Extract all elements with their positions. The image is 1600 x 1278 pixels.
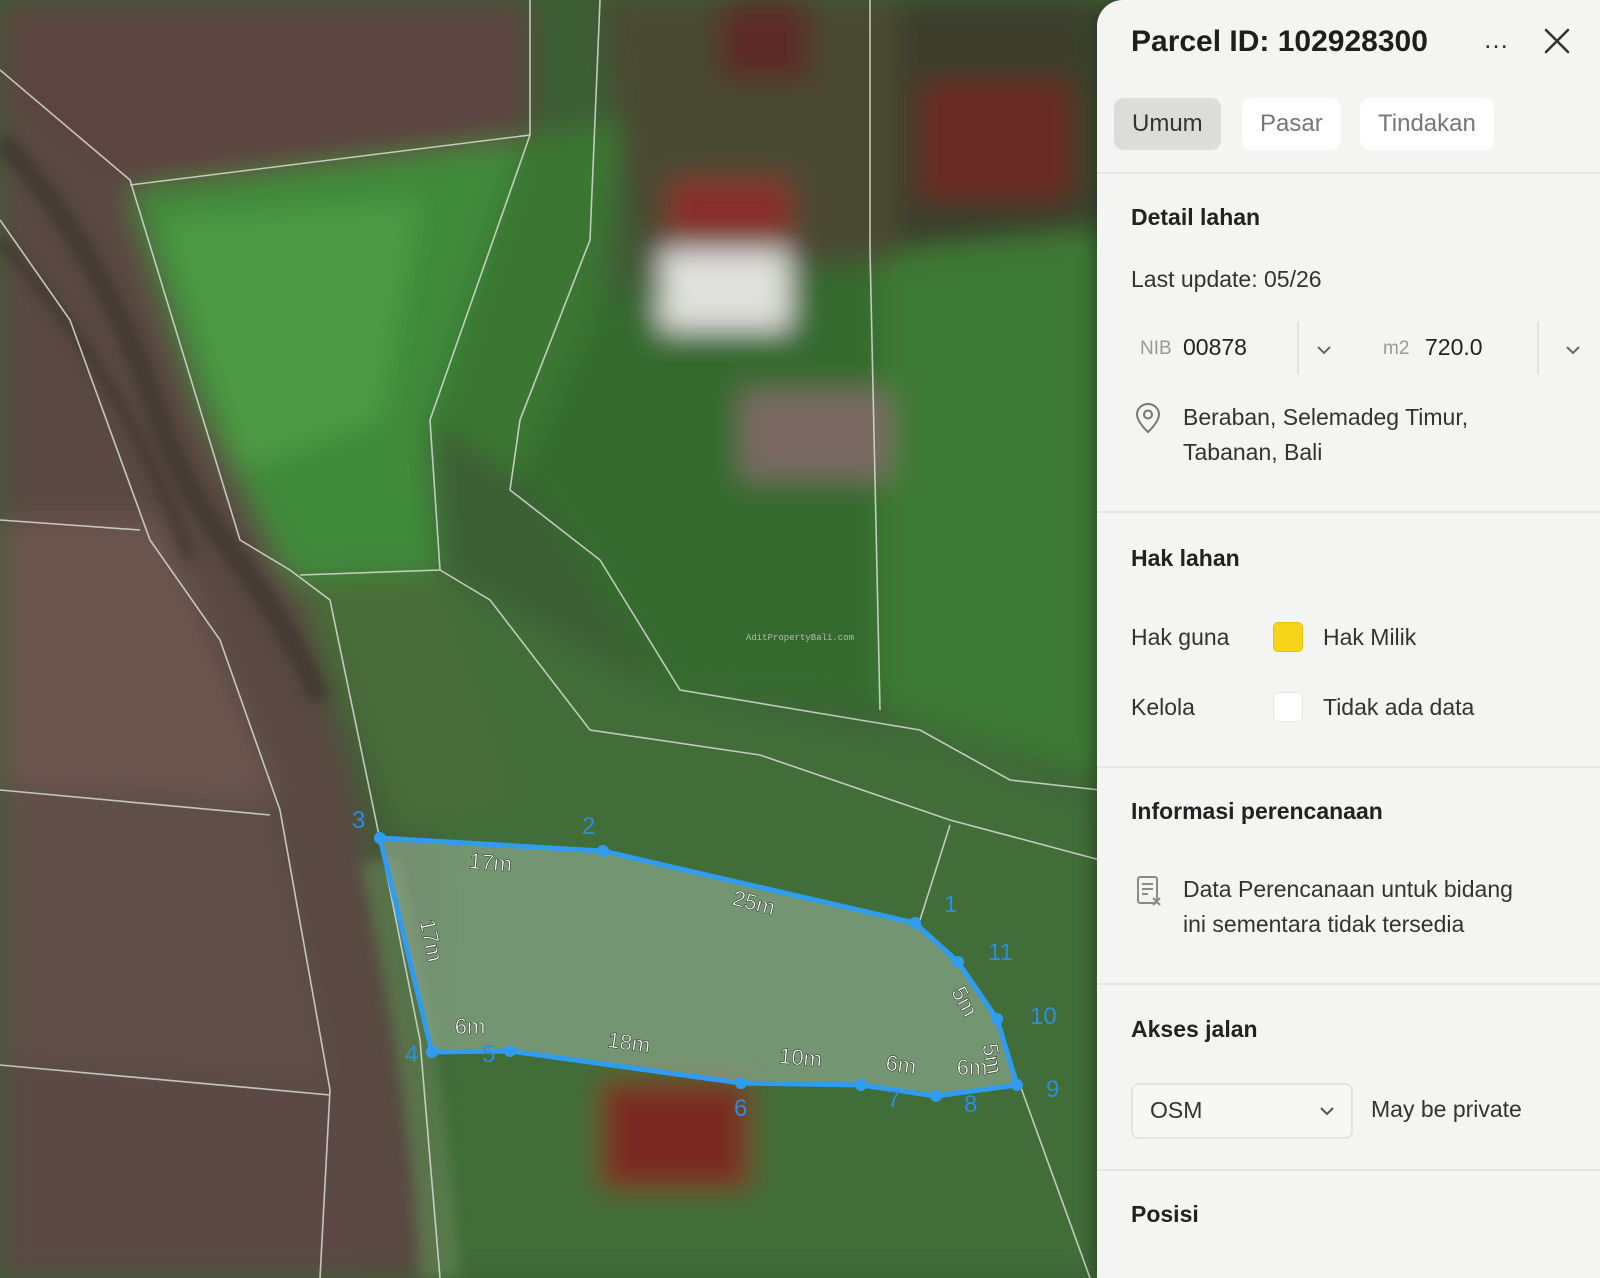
planning-heading: Informasi perencanaan [1131, 798, 1383, 824]
vertex-label-4: 4 [405, 1041, 418, 1068]
nib-value: 00878 [1183, 334, 1247, 360]
road-source-select[interactable]: OSM [1131, 1083, 1353, 1139]
road-source-value: OSM [1150, 1097, 1203, 1123]
management-label: Kelola [1131, 694, 1195, 720]
management-swatch [1273, 692, 1303, 722]
edge-length-label: 6m [455, 1014, 486, 1039]
road-access-note: May be private [1371, 1096, 1522, 1122]
address-line-1: Beraban, Selemadeg Timur, [1183, 404, 1469, 430]
area-value: 720.0 [1425, 334, 1483, 360]
divider [1097, 983, 1600, 985]
chevron-down-icon[interactable] [1316, 342, 1332, 358]
vertex-label-7: 7 [887, 1086, 900, 1113]
road-access-heading: Akses jalan [1131, 1016, 1258, 1042]
position-heading: Posisi [1131, 1201, 1199, 1227]
chevron-down-icon[interactable] [1565, 342, 1581, 358]
divider [1097, 1169, 1600, 1171]
address-line-2: Tabanan, Bali [1183, 439, 1323, 465]
vertex-label-11: 11 [988, 939, 1013, 966]
tab-pasar[interactable]: Pasar [1242, 98, 1341, 150]
right-of-use-value: Hak Milik [1323, 624, 1417, 650]
edge-length-label: 5m [977, 1041, 1007, 1075]
nib-label: NIB [1140, 338, 1172, 359]
separator [1537, 322, 1539, 374]
land-details-heading: Detail lahan [1131, 204, 1261, 230]
more-options-icon[interactable]: … [1483, 24, 1510, 55]
planning-message-line-2: ini sementara tidak tersedia [1183, 911, 1465, 937]
parcel-panel: Parcel ID: 102928300 … Umum Pasar Tindak… [1097, 0, 1600, 1278]
vertex-label-8: 8 [964, 1091, 977, 1118]
tab-umum[interactable]: Umum [1114, 98, 1221, 150]
tab-tindakan[interactable]: Tindakan [1360, 98, 1494, 150]
right-of-use-swatch [1273, 622, 1303, 652]
parcel-title: Parcel ID: 102928300 [1131, 25, 1428, 58]
vertex-label-5: 5 [482, 1041, 495, 1068]
planning-message-line-1: Data Perencanaan untuk bidang [1183, 876, 1513, 902]
edge-length-label: 17m [468, 848, 513, 877]
right-of-use-label: Hak guna [1131, 624, 1230, 650]
chevron-down-icon [1320, 1107, 1334, 1116]
vertex-label-3: 3 [352, 807, 365, 834]
divider [1097, 766, 1600, 768]
edge-length-label: 6m [884, 1050, 918, 1079]
last-update: Last update: 05/26 [1131, 266, 1322, 292]
vertex-label-9: 9 [1046, 1076, 1059, 1103]
watermark: AditPropertyBali.com [746, 633, 854, 643]
vertex-label-2: 2 [582, 813, 595, 840]
area-label: m2 [1383, 338, 1410, 359]
management-value: Tidak ada data [1323, 694, 1475, 720]
separator [1297, 322, 1299, 374]
no-document-icon [1137, 876, 1161, 906]
close-icon[interactable] [1542, 26, 1572, 56]
location-pin-icon [1135, 402, 1161, 434]
vertex-label-6: 6 [734, 1095, 747, 1122]
land-rights-heading: Hak lahan [1131, 545, 1240, 571]
panel-header: Parcel ID: 102928300 … [1131, 20, 1580, 70]
divider [1097, 172, 1600, 174]
vertex-label-10: 10 [1030, 1003, 1057, 1030]
edge-length-label: 10m [778, 1043, 823, 1072]
vertex-label-1: 1 [944, 891, 957, 918]
divider [1097, 511, 1600, 513]
